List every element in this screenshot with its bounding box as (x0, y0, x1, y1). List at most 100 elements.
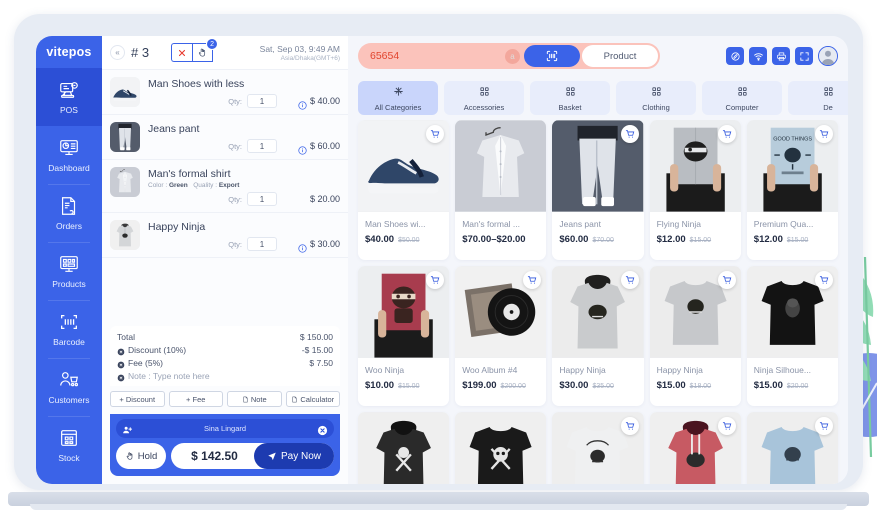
product-old-price: $35.00 (592, 383, 614, 390)
cancel-order-button[interactable] (171, 43, 193, 62)
cart-item-qty-input[interactable]: 1 (247, 237, 277, 251)
product-card[interactable] (455, 412, 547, 484)
clear-customer-icon[interactable] (317, 423, 328, 436)
sidebar-item-dashboard[interactable]: Dashboard (36, 126, 102, 184)
cart-items-list: Man Shoes with less Qty: 1 $ 40.00 Jeans… (102, 70, 348, 326)
add-to-cart-icon[interactable] (814, 271, 833, 289)
cart-item-row[interactable]: Happy Ninja Qty: 1 $ 30.00 (102, 213, 348, 258)
info-icon[interactable] (298, 240, 307, 253)
attr-color-label: Color : (148, 182, 168, 189)
product-name: Flying Ninja (656, 219, 701, 229)
remove-icon[interactable] (117, 360, 125, 368)
note-label: Note (250, 394, 267, 404)
total-row: Note : Type note here (117, 370, 333, 383)
category-tab[interactable]: Computer (702, 81, 782, 115)
cart-item-qty-input[interactable]: 1 (247, 94, 277, 108)
add-fee-button[interactable]: + Fee (168, 391, 223, 407)
category-tab[interactable]: Accessories (444, 81, 524, 115)
calculator-button[interactable]: Calculator (285, 391, 340, 407)
fullscreen-icon[interactable] (795, 47, 813, 65)
customer-selector[interactable]: Sina Lingard (116, 419, 334, 438)
product-card[interactable]: Woo Album #4 $199.00 $200.00 (455, 266, 547, 406)
barcode-scan-button[interactable] (524, 45, 580, 67)
current-datetime: Sat, Sep 03, 9:49 AM (259, 43, 340, 54)
printer-icon[interactable] (772, 47, 790, 65)
product-card[interactable]: Man Shoes wi... $40.00 $50.00 (358, 120, 450, 260)
wifi-icon[interactable] (749, 47, 767, 65)
add-to-cart-icon[interactable] (620, 271, 639, 289)
main-panel: a Product (348, 36, 848, 484)
product-old-price: $15.00 (786, 237, 809, 244)
tablet-stand-base (30, 504, 847, 510)
collapse-sidebar-button[interactable]: « (110, 45, 125, 60)
add-to-cart-icon[interactable] (717, 417, 736, 435)
search-input[interactable] (360, 45, 505, 67)
sidebar-item-pos[interactable]: POS (36, 68, 102, 126)
total-label: Note : Type note here (128, 371, 210, 381)
product-card[interactable]: Man's formal ... $70.00–$20.00 (455, 120, 547, 260)
product-old-price: $15.00 (689, 237, 712, 244)
product-price: $30.00 (559, 380, 589, 391)
add-fee-label: + Fee (186, 394, 206, 404)
product-card[interactable]: Ninja Silhoue... $15.00 $20.00 (746, 266, 838, 406)
product-grid: Man Shoes wi... $40.00 $50.00 Man's form… (358, 120, 838, 484)
product-card[interactable]: Woo Ninja $10.00 $15.00 (358, 266, 450, 406)
product-card[interactable]: Happy Ninja $30.00 $35.00 (552, 266, 644, 406)
info-icon[interactable] (298, 97, 307, 110)
search-mode-label[interactable]: Product (582, 45, 658, 67)
sidebar-item-barcode[interactable]: Barcode (36, 300, 102, 358)
product-card[interactable]: GOOD THINGS Premium Qua... $12.00 $15.00 (746, 120, 838, 260)
product-price: $12.00 (753, 234, 783, 245)
product-card[interactable]: Flying Ninja $12.00 $15.00 (649, 120, 741, 260)
orders-icon (57, 195, 81, 217)
product-old-price: $50.00 (398, 237, 420, 244)
product-name: Happy Ninja (559, 365, 606, 375)
category-tab[interactable]: De (788, 81, 848, 115)
totals-list: Total $ 150.00 Discount (10%) -$ 15.00 F… (110, 326, 340, 386)
sidebar-item-label: Customers (48, 395, 90, 405)
remove-icon[interactable] (117, 347, 125, 355)
sidebar-item-customers[interactable]: Customers (36, 358, 102, 416)
product-image (552, 120, 644, 212)
add-to-cart-icon[interactable] (620, 125, 639, 143)
product-card[interactable] (358, 412, 450, 484)
cart-item-thumbnail (110, 220, 140, 250)
product-price: $199.00 (462, 380, 497, 391)
add-to-cart-icon[interactable] (717, 125, 736, 143)
add-to-cart-icon[interactable] (814, 417, 833, 435)
category-tab[interactable]: All Categories (358, 81, 438, 115)
note-button[interactable]: Note (227, 391, 282, 407)
product-card[interactable] (552, 412, 644, 484)
sidebar-item-products[interactable]: Products (36, 242, 102, 300)
product-card[interactable]: Jeans pant $60.00 $70.00 (552, 120, 644, 260)
pay-now-button[interactable]: Pay Now (254, 443, 334, 469)
sync-icon[interactable] (726, 47, 744, 65)
add-discount-button[interactable]: + Discount (110, 391, 165, 407)
svg-text:GOOD THINGS: GOOD THINGS (773, 136, 812, 142)
add-to-cart-icon[interactable] (620, 417, 639, 435)
search-clear-badge[interactable]: a (505, 48, 520, 64)
add-to-cart-icon[interactable] (717, 271, 736, 289)
product-card[interactable] (746, 412, 838, 484)
cart-item-row[interactable]: Jeans pant Qty: 1 $ 60.00 (102, 115, 348, 160)
hold-button[interactable]: Hold (116, 443, 166, 469)
product-price: $15.00 (753, 380, 783, 391)
category-tab[interactable]: Clothing (616, 81, 696, 115)
cart-item-row[interactable]: Man Shoes with less Qty: 1 $ 40.00 (102, 70, 348, 115)
qty-label: Qty: (228, 239, 242, 249)
product-image (552, 266, 644, 358)
info-icon[interactable] (298, 142, 307, 155)
product-card[interactable] (649, 412, 741, 484)
sidebar-item-stock[interactable]: Stock (36, 416, 102, 474)
cart-item-price: $ 40.00 (309, 96, 340, 106)
cart-item-row[interactable]: Man's formal shirt Color : Green Quality… (102, 160, 348, 213)
sidebar-item-orders[interactable]: Orders (36, 184, 102, 242)
category-tab[interactable]: Basket (530, 81, 610, 115)
remove-icon[interactable] (117, 373, 125, 381)
dashboard-icon (57, 137, 81, 159)
add-to-cart-icon[interactable] (814, 125, 833, 143)
user-avatar[interactable] (818, 46, 838, 66)
cart-item-qty-input[interactable]: 1 (247, 139, 277, 153)
cart-item-qty-input[interactable]: 1 (247, 192, 277, 206)
product-card[interactable]: Happy Ninja $15.00 $18.00 (649, 266, 741, 406)
